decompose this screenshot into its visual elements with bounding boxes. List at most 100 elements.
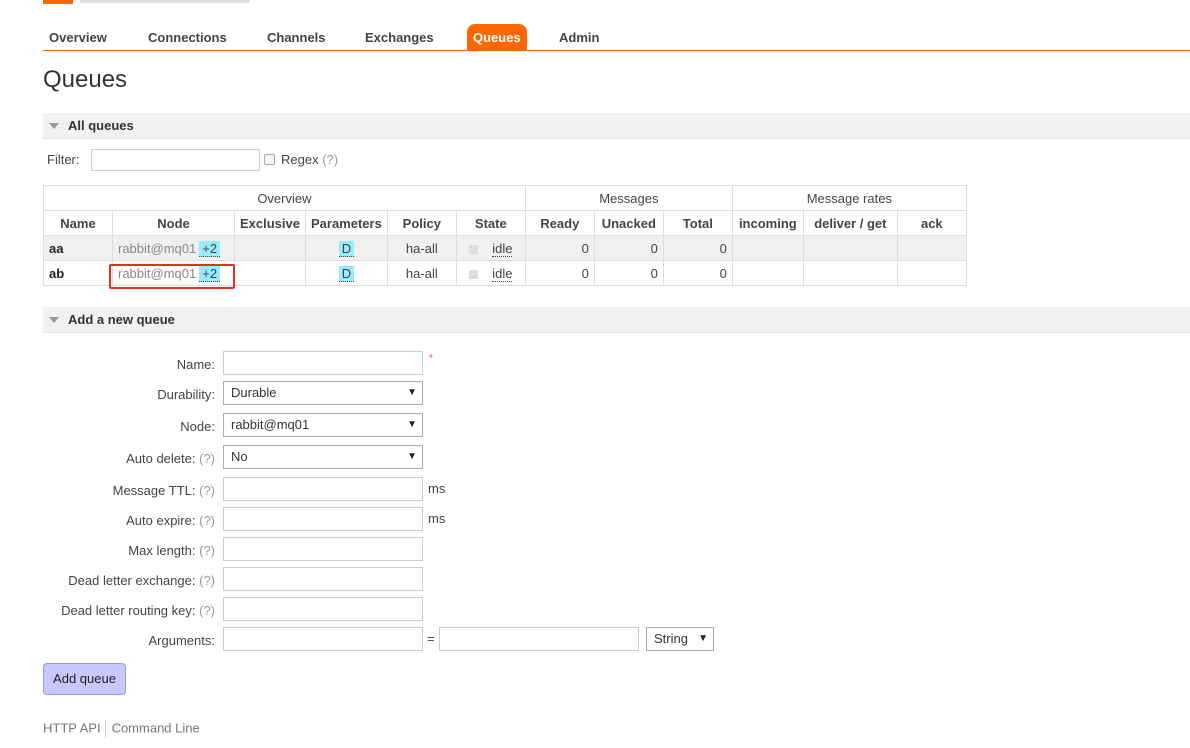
logo-fragment [43,0,73,4]
col-name[interactable]: Name [43,210,113,236]
max-length-text: Max length: [128,543,196,558]
queue-unacked: 0 [593,260,664,286]
queue-parameters: D [305,260,388,286]
nav-exchanges[interactable]: Exchanges [359,24,440,51]
filter-input[interactable] [91,149,260,171]
auto-expire-input[interactable] [223,507,423,531]
regex-label: Regex (?) [281,152,338,167]
col-ack[interactable]: ack [896,210,967,236]
dead-letter-exchange-label: Dead letter exchange: (?) [68,573,215,588]
add-queue-button[interactable]: Add queue [43,663,126,695]
max-length-input[interactable] [223,537,423,561]
argument-type-select[interactable]: String ▼ [646,627,714,651]
queue-total: 0 [662,235,733,261]
all-queues-header[interactable]: All queues [43,113,1190,139]
dead-letter-routing-key-input[interactable] [223,597,423,621]
add-queue-header[interactable]: Add a new queue [43,307,1190,333]
auto-delete-value: No [231,449,248,464]
queue-deliver-get [802,235,898,261]
col-deliver-get[interactable]: deliver / get [802,210,898,236]
auto-expire-text: Auto expire: [126,513,196,528]
nav-overview[interactable]: Overview [43,24,113,51]
durable-badge[interactable]: D [338,240,355,257]
col-policy[interactable]: Policy [386,210,457,236]
footer-link-command-line[interactable]: Command Line [112,720,200,735]
col-parameters[interactable]: Parameters [305,210,388,236]
node-label: Node: [180,419,215,434]
auto-expire-label: Auto expire: (?) [126,513,215,528]
dlrk-text: Dead letter routing key: [61,603,196,618]
durability-select[interactable]: Durable ▼ [223,381,423,405]
message-ttl-input[interactable] [223,477,423,501]
queue-ready: 0 [524,235,595,261]
dropdown-arrow-icon: ▼ [407,419,417,430]
mirror-count-badge[interactable]: +2 [199,265,221,282]
name-input[interactable] [223,351,423,375]
logo-text-fragment [80,0,250,3]
footer: HTTP API Command Line [43,720,200,738]
mirror-count-badge[interactable]: +2 [199,240,221,257]
queue-ready: 0 [524,260,595,286]
help-link[interactable]: (?) [199,451,215,466]
queue-name-link[interactable]: ab [43,260,113,286]
group-header-messages: Messages [524,185,733,211]
nav-connections[interactable]: Connections [142,24,233,51]
message-ttl-label: Message TTL: (?) [113,483,215,498]
page-title: Queues [43,66,128,93]
durability-label: Durability: [157,387,215,402]
queue-state: idle [455,260,526,286]
col-incoming[interactable]: incoming [731,210,804,236]
state-text: idle [492,265,513,282]
queue-ack [896,235,967,261]
state-indicator-icon [469,244,479,254]
max-length-label: Max length: (?) [128,543,215,558]
nav-admin[interactable]: Admin [553,24,605,51]
help-link[interactable]: (?) [199,483,215,498]
auto-delete-text: Auto delete: [126,451,196,466]
node-select[interactable]: rabbit@mq01 ▼ [223,413,423,437]
queue-node: rabbit@mq01 +2 [112,235,235,261]
dropdown-arrow-icon: ▼ [407,451,417,462]
col-total[interactable]: Total [662,210,733,236]
durable-badge[interactable]: D [338,265,355,282]
table-row: aa rabbit@mq01 +2 D ha-all idle 0 0 0 [43,235,967,261]
queue-unacked: 0 [593,235,664,261]
state-indicator-icon [469,269,479,279]
equals-sign: = [427,631,435,646]
col-ready[interactable]: Ready [524,210,595,236]
group-header-overview: Overview [43,185,526,211]
queue-incoming [731,260,804,286]
argument-value-input[interactable] [439,627,639,651]
help-link[interactable]: (?) [199,543,215,558]
regex-checkbox[interactable] [264,154,275,165]
queue-parameters: D [305,235,388,261]
help-link[interactable]: (?) [199,573,215,588]
argument-key-input[interactable] [223,627,423,651]
footer-divider [104,720,106,738]
queue-node: rabbit@mq01 +2 [112,260,235,286]
col-exclusive[interactable]: Exclusive [234,210,306,236]
auto-delete-select[interactable]: No ▼ [223,445,423,469]
group-header-message-rates: Message rates [731,185,967,211]
auto-expire-unit: ms [428,511,446,526]
auto-delete-label: Auto delete: (?) [126,451,215,466]
help-link[interactable]: (?) [199,513,215,528]
footer-link-http-api[interactable]: HTTP API [43,720,101,735]
nav-channels[interactable]: Channels [261,24,332,51]
col-node[interactable]: Node [112,210,235,236]
nav-queues[interactable]: Queues [467,24,527,51]
queue-incoming [731,235,804,261]
help-link[interactable]: (?) [199,603,215,618]
node-value: rabbit@mq01 [231,417,310,432]
col-state[interactable]: State [455,210,526,236]
collapse-triangle-icon [49,317,59,323]
dead-letter-routing-key-label: Dead letter routing key: (?) [61,603,215,618]
queue-name-link[interactable]: aa [43,235,113,261]
dead-letter-exchange-input[interactable] [223,567,423,591]
queue-total: 0 [662,260,733,286]
message-ttl-unit: ms [428,481,446,496]
dropdown-arrow-icon: ▼ [407,387,417,398]
node-name: rabbit@mq01 [118,240,197,256]
regex-help[interactable]: (?) [322,152,338,167]
col-unacked[interactable]: Unacked [593,210,664,236]
